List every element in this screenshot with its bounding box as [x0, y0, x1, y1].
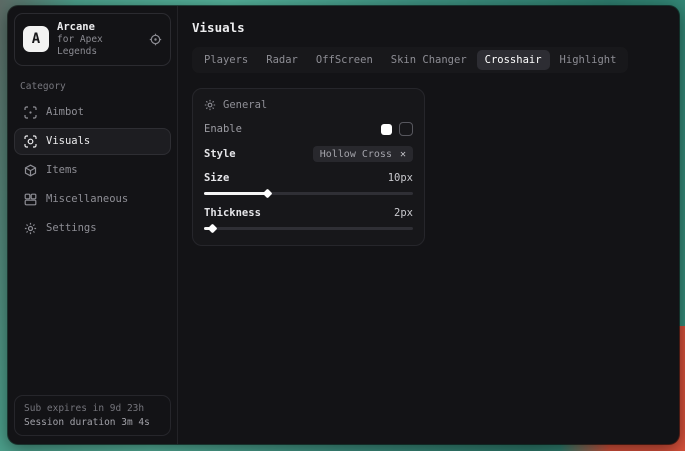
thickness-slider-thumb[interactable] [208, 224, 218, 234]
thickness-slider[interactable] [204, 225, 413, 232]
size-slider[interactable] [204, 190, 413, 197]
sub-expires-text: Sub expires in 9d 23h [24, 403, 161, 414]
sidebar-item-label: Miscellaneous [46, 193, 128, 205]
remove-icon[interactable]: ✕ [400, 149, 406, 160]
thickness-row: Thickness 2px [204, 207, 413, 219]
style-row: Style Hollow Cross ✕ [204, 146, 413, 162]
thickness-label: Thickness [204, 207, 261, 219]
target-icon[interactable] [149, 33, 162, 46]
tab-crosshair[interactable]: Crosshair [477, 50, 550, 70]
size-label: Size [204, 172, 229, 184]
sidebar-item-label: Items [46, 164, 78, 176]
page-title: Visuals [192, 20, 665, 35]
sidebar-item-label: Visuals [46, 135, 90, 147]
size-slider-thumb[interactable] [262, 189, 272, 199]
sidebar-item-settings[interactable]: Settings [14, 215, 171, 242]
main-content: Visuals Players Radar OffScreen Skin Cha… [178, 6, 679, 444]
tab-radar[interactable]: Radar [258, 50, 306, 70]
sidebar-item-items[interactable]: Items [14, 157, 171, 184]
general-panel: General Enable Style Hollow Cross ✕ Size… [192, 88, 425, 246]
enable-label: Enable [204, 123, 242, 135]
style-label: Style [204, 148, 236, 160]
panel-title: General [223, 99, 267, 111]
enable-row: Enable [204, 122, 413, 136]
blocks-icon [24, 193, 37, 206]
size-row: Size 10px [204, 172, 413, 184]
scan-eye-icon [24, 135, 37, 148]
gear-icon [24, 222, 37, 235]
category-label: Category [20, 81, 165, 92]
brand-card: A Arcane for Apex Legends [14, 13, 171, 66]
tab-skin-changer[interactable]: Skin Changer [383, 50, 475, 70]
brand-text: Arcane for Apex Legends [57, 21, 141, 58]
app-name: Arcane [57, 21, 141, 34]
scan-target-icon [24, 106, 37, 119]
enable-checkbox[interactable] [399, 122, 413, 136]
style-chip[interactable]: Hollow Cross ✕ [313, 146, 413, 162]
sidebar-item-miscellaneous[interactable]: Miscellaneous [14, 186, 171, 213]
color-swatch[interactable] [381, 124, 392, 135]
session-duration-text: Session duration 3m 4s [24, 417, 161, 428]
sidebar-item-visuals[interactable]: Visuals [14, 128, 171, 155]
gear-icon [204, 99, 216, 111]
panel-header: General [204, 99, 413, 111]
thickness-value: 2px [394, 207, 413, 219]
sidebar-nav: Aimbot Visuals Items [14, 99, 171, 242]
tab-players[interactable]: Players [196, 50, 256, 70]
tab-highlight[interactable]: Highlight [552, 50, 625, 70]
app-subtitle: for Apex Legends [57, 34, 141, 58]
sidebar-item-aimbot[interactable]: Aimbot [14, 99, 171, 126]
tab-bar: Players Radar OffScreen Skin Changer Cro… [192, 47, 628, 73]
subscription-info: Sub expires in 9d 23h Session duration 3… [14, 395, 171, 436]
sidebar-item-label: Aimbot [46, 106, 84, 118]
app-logo: A [23, 26, 49, 52]
style-value: Hollow Cross [320, 149, 392, 160]
size-value: 10px [388, 172, 413, 184]
sidebar: A Arcane for Apex Legends Category [8, 6, 178, 444]
app-window: A Arcane for Apex Legends Category [8, 6, 679, 444]
sidebar-item-label: Settings [46, 222, 97, 234]
tab-offscreen[interactable]: OffScreen [308, 50, 381, 70]
cube-icon [24, 164, 37, 177]
